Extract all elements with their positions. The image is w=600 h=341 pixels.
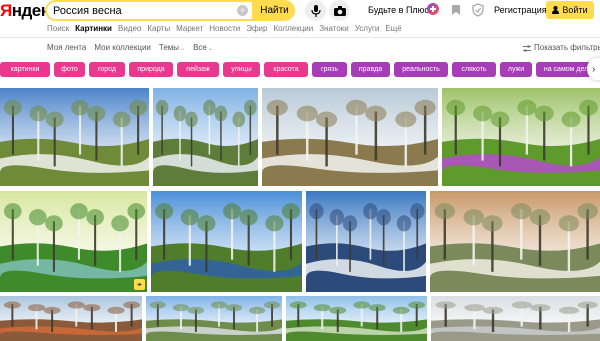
tab-efir[interactable]: Эфир xyxy=(246,22,267,36)
tag-chip[interactable]: фото xyxy=(54,62,85,77)
image-result[interactable] xyxy=(431,296,600,341)
image-result[interactable] xyxy=(153,88,258,186)
header-bar: Яндекс × Найти Будьте в Плюсе Регистраци… xyxy=(0,0,600,22)
logo-first-letter: Я xyxy=(0,1,12,20)
login-label: Войти xyxy=(562,5,588,15)
related-tags: картинки фото город природа пейзаж улицы… xyxy=(0,62,600,78)
image-result[interactable] xyxy=(430,191,600,292)
image-result[interactable] xyxy=(286,296,427,341)
filter-icon xyxy=(523,44,531,52)
chevron-down-icon: ⌄ xyxy=(207,46,213,52)
user-icon xyxy=(552,6,560,14)
plus-icon[interactable] xyxy=(427,3,439,15)
register-link[interactable]: Регистрация xyxy=(494,5,547,15)
tab-video[interactable]: Видео xyxy=(118,22,141,36)
images-submenu: Моя лента Мои коллекции Темы⌄ Все⌄ xyxy=(47,42,213,54)
tab-more[interactable]: Ещё xyxy=(385,22,401,36)
thumbnail-picture xyxy=(0,88,149,186)
search-button[interactable]: Найти xyxy=(252,2,293,19)
image-result[interactable] xyxy=(0,296,142,341)
tag-chip[interactable]: город xyxy=(89,62,125,77)
thumbnail-picture xyxy=(0,296,142,341)
my-collections-link[interactable]: Мои коллекции xyxy=(94,42,151,54)
microphone-icon xyxy=(310,4,321,17)
show-filters-label: Показать фильтры xyxy=(534,43,600,52)
tag-chip[interactable]: красота xyxy=(264,62,308,77)
voice-search-button[interactable] xyxy=(305,0,326,21)
image-result[interactable] xyxy=(146,296,282,341)
tag-chip[interactable]: слякоть xyxy=(452,62,496,77)
themes-label: Темы xyxy=(158,43,180,52)
thumbnail-picture xyxy=(153,88,258,186)
image-result[interactable] xyxy=(0,88,149,186)
tabs-divider xyxy=(0,37,600,38)
collections-icon[interactable]: ⌖ xyxy=(134,279,145,290)
tab-maps[interactable]: Карты xyxy=(147,22,170,36)
tab-market[interactable]: Маркет xyxy=(176,22,203,36)
clear-search-button[interactable]: × xyxy=(237,5,248,16)
image-result[interactable] xyxy=(262,88,438,186)
tag-chip[interactable]: лужи xyxy=(500,62,532,77)
chevron-right-icon: › xyxy=(592,63,596,75)
tag-chip[interactable]: реальность xyxy=(394,62,448,77)
themes-dropdown[interactable]: Темы⌄ xyxy=(159,42,185,54)
image-result[interactable] xyxy=(151,191,302,292)
thumbnail-picture xyxy=(146,296,282,341)
tab-experts[interactable]: Знатоки xyxy=(319,22,349,36)
tag-chip[interactable]: улицы xyxy=(223,62,260,77)
collections-icon[interactable] xyxy=(449,3,463,17)
shield-icon[interactable] xyxy=(471,3,485,17)
tags-scroll-next-button[interactable]: › xyxy=(587,58,600,80)
search-box: × Найти xyxy=(45,0,295,21)
tag-chip[interactable]: картинки xyxy=(0,62,50,77)
image-search-button[interactable] xyxy=(329,0,350,21)
search-input[interactable] xyxy=(53,3,233,19)
login-button[interactable]: Войти xyxy=(546,1,594,19)
thumbnail-picture xyxy=(430,191,600,292)
thumbnail-picture xyxy=(431,296,600,341)
thumbnail-picture xyxy=(0,191,147,292)
image-result[interactable] xyxy=(442,88,600,186)
tab-news[interactable]: Новости xyxy=(209,22,240,36)
thumbnail-picture xyxy=(286,296,427,341)
camera-icon xyxy=(333,5,346,16)
tag-chip[interactable]: пейзаж xyxy=(177,62,219,77)
image-result[interactable]: ⌖ xyxy=(0,191,147,292)
thumbnail-picture xyxy=(262,88,438,186)
image-result[interactable] xyxy=(306,191,426,292)
tab-images[interactable]: Картинки xyxy=(75,22,112,36)
tab-collections[interactable]: Коллекции xyxy=(273,22,313,36)
thumbnail-picture xyxy=(151,191,302,292)
image-results-grid: ⌖ xyxy=(0,88,600,341)
all-label: Все xyxy=(193,43,207,52)
service-tabs: Поиск Картинки Видео Карты Маркет Новост… xyxy=(47,22,402,36)
tag-chip[interactable]: природа xyxy=(129,62,173,77)
tab-search[interactable]: Поиск xyxy=(47,22,69,36)
chevron-down-icon: ⌄ xyxy=(180,46,186,52)
tab-services[interactable]: Услуги xyxy=(355,22,380,36)
my-feed-link[interactable]: Моя лента xyxy=(47,42,86,54)
thumbnail-picture xyxy=(306,191,426,292)
thumbnail-picture xyxy=(442,88,600,186)
show-filters-button[interactable]: Показать фильтры xyxy=(523,42,600,54)
tag-chip[interactable]: грязь xyxy=(312,62,347,77)
plus-promo-link[interactable]: Будьте в Плюсе xyxy=(368,5,434,15)
all-dropdown[interactable]: Все⌄ xyxy=(193,42,213,54)
tag-chip[interactable]: правда xyxy=(351,62,390,77)
